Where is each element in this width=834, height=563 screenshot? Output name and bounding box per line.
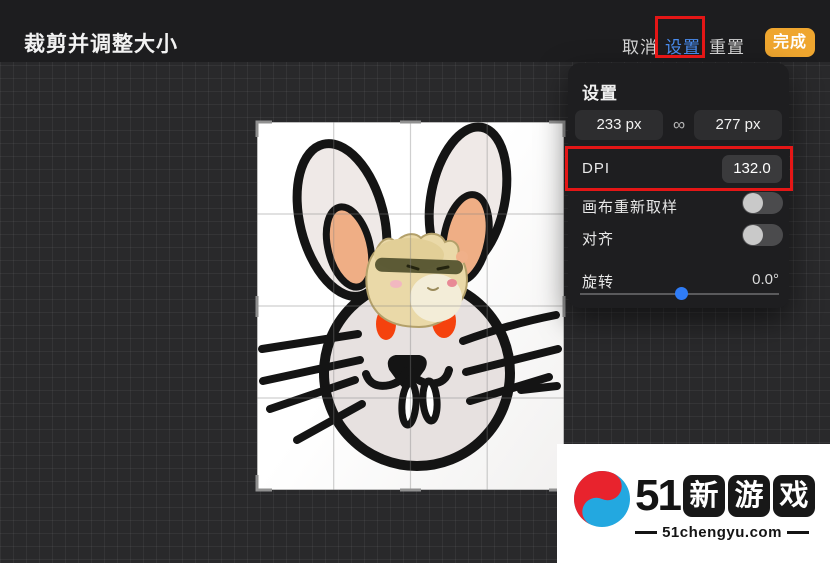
- crop-canvas[interactable]: [257, 122, 564, 490]
- rotation-slider-knob[interactable]: [675, 287, 688, 300]
- link-dimensions-icon[interactable]: ∞: [664, 110, 694, 140]
- brand-logo-icon: [574, 471, 630, 527]
- canvas-resample-toggle[interactable]: [742, 192, 783, 214]
- brand-stamp-2: 游: [727, 475, 770, 517]
- toggle-knob: [743, 193, 763, 213]
- settings-panel: 设置 233 px ∞ 277 px DPI 132.0 画布重新取样 对齐 旋…: [568, 63, 789, 308]
- top-bar: 裁剪并调整大小 取消 设置 重置 完成: [0, 0, 834, 62]
- site-url: 51chengyu.com: [662, 524, 782, 541]
- rotation-value: 0.0°: [752, 271, 779, 288]
- page-title: 裁剪并调整大小: [24, 33, 178, 56]
- brand-number: 51: [635, 471, 682, 520]
- snap-label: 对齐: [582, 231, 615, 248]
- toggle-knob: [743, 225, 763, 245]
- snap-toggle[interactable]: [742, 224, 783, 246]
- rotation-slider[interactable]: [580, 287, 779, 300]
- settings-button[interactable]: 设置: [665, 33, 701, 58]
- dpi-field[interactable]: 132.0: [722, 155, 782, 183]
- canvas-resample-label: 画布重新取样: [582, 199, 679, 216]
- cancel-button[interactable]: 取消: [622, 33, 658, 58]
- reset-button[interactable]: 重置: [709, 33, 745, 58]
- brand-text: 51 新 游 戏: [635, 474, 815, 518]
- brand-stamp-3: 戏: [772, 475, 815, 517]
- dpi-label: DPI: [582, 160, 611, 177]
- brand-stamp-1: 新: [682, 475, 725, 517]
- brand-tagline: 51chengyu.com: [635, 524, 809, 541]
- watermark: 51 新 游 戏 51chengyu.com: [557, 444, 834, 563]
- rotation-label: 旋转: [582, 274, 615, 291]
- height-field[interactable]: 277 px: [694, 110, 782, 140]
- tagline-dash-right: [786, 531, 809, 534]
- tagline-dash-left: [635, 531, 658, 534]
- width-field[interactable]: 233 px: [575, 110, 663, 140]
- settings-panel-title: 设置: [582, 84, 618, 103]
- done-button[interactable]: 完成: [765, 28, 815, 57]
